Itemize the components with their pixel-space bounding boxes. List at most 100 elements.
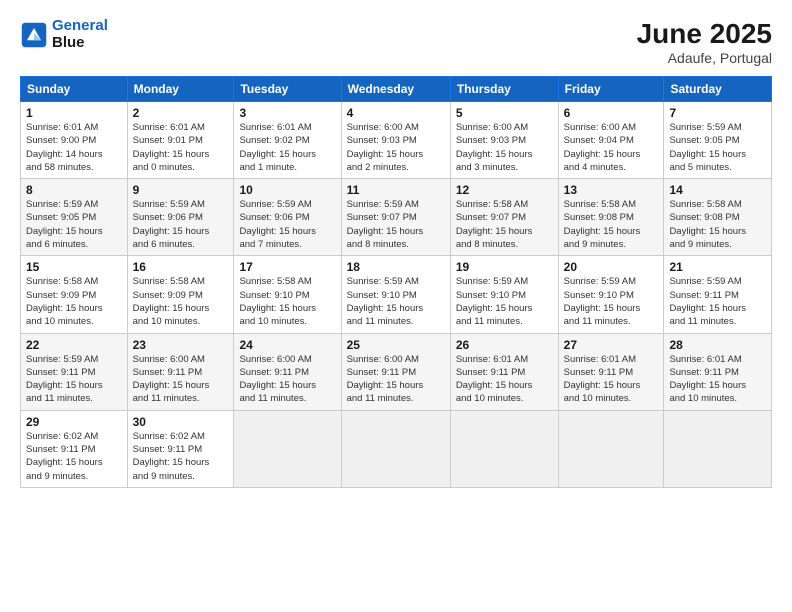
logo: General Blue bbox=[20, 18, 108, 51]
weekday-header: Thursday bbox=[450, 77, 558, 102]
day-info: Sunrise: 6:00 AMSunset: 9:11 PMDaylight:… bbox=[347, 353, 445, 406]
day-number: 23 bbox=[133, 338, 229, 352]
calendar-cell bbox=[450, 410, 558, 487]
calendar-cell: 5Sunrise: 6:00 AMSunset: 9:03 PMDaylight… bbox=[450, 102, 558, 179]
day-info: Sunrise: 5:59 AMSunset: 9:11 PMDaylight:… bbox=[669, 275, 766, 328]
day-number: 29 bbox=[26, 415, 122, 429]
day-number: 9 bbox=[133, 183, 229, 197]
day-number: 21 bbox=[669, 260, 766, 274]
day-number: 5 bbox=[456, 106, 553, 120]
day-info: Sunrise: 5:58 AMSunset: 9:09 PMDaylight:… bbox=[26, 275, 122, 328]
calendar-cell bbox=[341, 410, 450, 487]
day-info: Sunrise: 6:01 AMSunset: 9:01 PMDaylight:… bbox=[133, 121, 229, 174]
weekday-header: Saturday bbox=[664, 77, 772, 102]
day-number: 25 bbox=[347, 338, 445, 352]
day-number: 20 bbox=[564, 260, 659, 274]
calendar-cell: 20Sunrise: 5:59 AMSunset: 9:10 PMDayligh… bbox=[558, 256, 664, 333]
calendar-week-row: 8Sunrise: 5:59 AMSunset: 9:05 PMDaylight… bbox=[21, 179, 772, 256]
day-info: Sunrise: 6:00 AMSunset: 9:03 PMDaylight:… bbox=[347, 121, 445, 174]
day-info: Sunrise: 5:59 AMSunset: 9:10 PMDaylight:… bbox=[456, 275, 553, 328]
calendar-week-row: 1Sunrise: 6:01 AMSunset: 9:00 PMDaylight… bbox=[21, 102, 772, 179]
day-number: 4 bbox=[347, 106, 445, 120]
calendar-cell: 11Sunrise: 5:59 AMSunset: 9:07 PMDayligh… bbox=[341, 179, 450, 256]
calendar-cell: 23Sunrise: 6:00 AMSunset: 9:11 PMDayligh… bbox=[127, 333, 234, 410]
calendar-week-row: 22Sunrise: 5:59 AMSunset: 9:11 PMDayligh… bbox=[21, 333, 772, 410]
calendar-week-row: 29Sunrise: 6:02 AMSunset: 9:11 PMDayligh… bbox=[21, 410, 772, 487]
calendar-cell: 29Sunrise: 6:02 AMSunset: 9:11 PMDayligh… bbox=[21, 410, 128, 487]
day-number: 19 bbox=[456, 260, 553, 274]
calendar-cell: 15Sunrise: 5:58 AMSunset: 9:09 PMDayligh… bbox=[21, 256, 128, 333]
calendar-cell: 13Sunrise: 5:58 AMSunset: 9:08 PMDayligh… bbox=[558, 179, 664, 256]
calendar-cell: 27Sunrise: 6:01 AMSunset: 9:11 PMDayligh… bbox=[558, 333, 664, 410]
day-number: 27 bbox=[564, 338, 659, 352]
calendar-cell bbox=[558, 410, 664, 487]
weekday-header-row: SundayMondayTuesdayWednesdayThursdayFrid… bbox=[21, 77, 772, 102]
calendar-subtitle: Adaufe, Portugal bbox=[637, 50, 772, 66]
day-info: Sunrise: 6:01 AMSunset: 9:11 PMDaylight:… bbox=[669, 353, 766, 406]
day-number: 17 bbox=[239, 260, 335, 274]
calendar-cell: 6Sunrise: 6:00 AMSunset: 9:04 PMDaylight… bbox=[558, 102, 664, 179]
day-info: Sunrise: 6:00 AMSunset: 9:11 PMDaylight:… bbox=[133, 353, 229, 406]
calendar-cell: 16Sunrise: 5:58 AMSunset: 9:09 PMDayligh… bbox=[127, 256, 234, 333]
day-number: 3 bbox=[239, 106, 335, 120]
day-number: 8 bbox=[26, 183, 122, 197]
day-number: 26 bbox=[456, 338, 553, 352]
day-number: 6 bbox=[564, 106, 659, 120]
calendar-cell: 25Sunrise: 6:00 AMSunset: 9:11 PMDayligh… bbox=[341, 333, 450, 410]
day-number: 16 bbox=[133, 260, 229, 274]
logo-line2: Blue bbox=[52, 35, 108, 52]
logo-icon bbox=[20, 21, 48, 49]
day-number: 10 bbox=[239, 183, 335, 197]
calendar-cell: 9Sunrise: 5:59 AMSunset: 9:06 PMDaylight… bbox=[127, 179, 234, 256]
day-number: 7 bbox=[669, 106, 766, 120]
day-number: 15 bbox=[26, 260, 122, 274]
day-info: Sunrise: 5:58 AMSunset: 9:10 PMDaylight:… bbox=[239, 275, 335, 328]
calendar-table: SundayMondayTuesdayWednesdayThursdayFrid… bbox=[20, 76, 772, 488]
weekday-header: Tuesday bbox=[234, 77, 341, 102]
page: General Blue June 2025 Adaufe, Portugal … bbox=[0, 0, 792, 612]
day-number: 1 bbox=[26, 106, 122, 120]
calendar-cell: 19Sunrise: 5:59 AMSunset: 9:10 PMDayligh… bbox=[450, 256, 558, 333]
day-number: 11 bbox=[347, 183, 445, 197]
day-number: 2 bbox=[133, 106, 229, 120]
logo-line1: General bbox=[52, 17, 108, 34]
day-number: 13 bbox=[564, 183, 659, 197]
day-info: Sunrise: 6:01 AMSunset: 9:00 PMDaylight:… bbox=[26, 121, 122, 174]
day-info: Sunrise: 5:59 AMSunset: 9:06 PMDaylight:… bbox=[239, 198, 335, 251]
day-info: Sunrise: 5:58 AMSunset: 9:08 PMDaylight:… bbox=[564, 198, 659, 251]
calendar-cell: 1Sunrise: 6:01 AMSunset: 9:00 PMDaylight… bbox=[21, 102, 128, 179]
day-info: Sunrise: 6:02 AMSunset: 9:11 PMDaylight:… bbox=[133, 430, 229, 483]
title-block: June 2025 Adaufe, Portugal bbox=[637, 18, 772, 66]
calendar-cell: 18Sunrise: 5:59 AMSunset: 9:10 PMDayligh… bbox=[341, 256, 450, 333]
calendar-cell: 28Sunrise: 6:01 AMSunset: 9:11 PMDayligh… bbox=[664, 333, 772, 410]
calendar-cell: 21Sunrise: 5:59 AMSunset: 9:11 PMDayligh… bbox=[664, 256, 772, 333]
weekday-header: Friday bbox=[558, 77, 664, 102]
calendar-cell: 8Sunrise: 5:59 AMSunset: 9:05 PMDaylight… bbox=[21, 179, 128, 256]
calendar-cell: 24Sunrise: 6:00 AMSunset: 9:11 PMDayligh… bbox=[234, 333, 341, 410]
calendar-cell: 3Sunrise: 6:01 AMSunset: 9:02 PMDaylight… bbox=[234, 102, 341, 179]
calendar-cell bbox=[664, 410, 772, 487]
calendar-cell: 12Sunrise: 5:58 AMSunset: 9:07 PMDayligh… bbox=[450, 179, 558, 256]
day-info: Sunrise: 6:01 AMSunset: 9:11 PMDaylight:… bbox=[564, 353, 659, 406]
calendar-cell: 14Sunrise: 5:58 AMSunset: 9:08 PMDayligh… bbox=[664, 179, 772, 256]
day-info: Sunrise: 6:01 AMSunset: 9:02 PMDaylight:… bbox=[239, 121, 335, 174]
calendar-cell: 4Sunrise: 6:00 AMSunset: 9:03 PMDaylight… bbox=[341, 102, 450, 179]
calendar-cell bbox=[234, 410, 341, 487]
calendar-cell: 2Sunrise: 6:01 AMSunset: 9:01 PMDaylight… bbox=[127, 102, 234, 179]
calendar-title: June 2025 bbox=[637, 18, 772, 50]
day-number: 12 bbox=[456, 183, 553, 197]
calendar-cell: 30Sunrise: 6:02 AMSunset: 9:11 PMDayligh… bbox=[127, 410, 234, 487]
header: General Blue June 2025 Adaufe, Portugal bbox=[20, 18, 772, 66]
day-number: 14 bbox=[669, 183, 766, 197]
day-info: Sunrise: 6:00 AMSunset: 9:03 PMDaylight:… bbox=[456, 121, 553, 174]
calendar-cell: 7Sunrise: 5:59 AMSunset: 9:05 PMDaylight… bbox=[664, 102, 772, 179]
day-info: Sunrise: 5:59 AMSunset: 9:05 PMDaylight:… bbox=[26, 198, 122, 251]
day-info: Sunrise: 5:59 AMSunset: 9:10 PMDaylight:… bbox=[564, 275, 659, 328]
day-info: Sunrise: 5:58 AMSunset: 9:08 PMDaylight:… bbox=[669, 198, 766, 251]
day-info: Sunrise: 5:59 AMSunset: 9:05 PMDaylight:… bbox=[669, 121, 766, 174]
calendar-cell: 17Sunrise: 5:58 AMSunset: 9:10 PMDayligh… bbox=[234, 256, 341, 333]
weekday-header: Monday bbox=[127, 77, 234, 102]
weekday-header: Wednesday bbox=[341, 77, 450, 102]
day-info: Sunrise: 6:02 AMSunset: 9:11 PMDaylight:… bbox=[26, 430, 122, 483]
day-number: 22 bbox=[26, 338, 122, 352]
